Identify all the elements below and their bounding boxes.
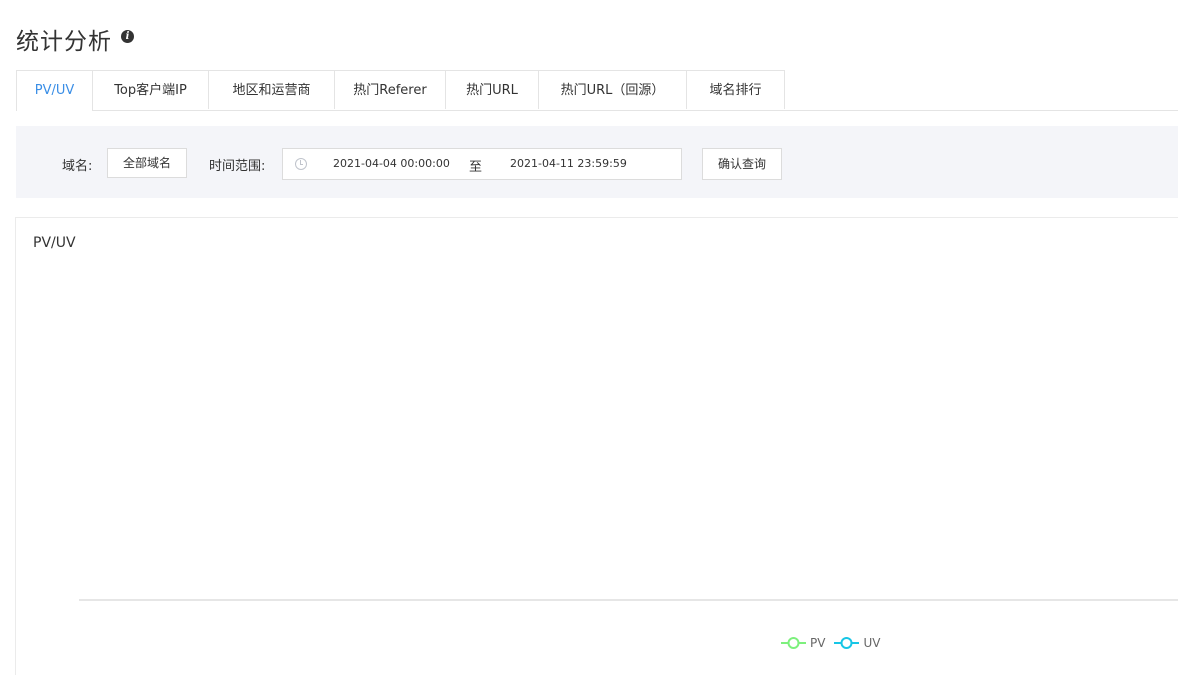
tab-domain-ranking[interactable]: 域名排行 — [687, 70, 785, 109]
tab-bar: PV/UV Top客户端IP 地区和运营商 热门Referer 热门URL 热门… — [16, 70, 1178, 111]
end-time-input[interactable]: 2021-04-11 23:59:59 — [510, 157, 630, 170]
legend-label-pv: PV — [810, 636, 826, 650]
tab-pv-uv[interactable]: PV/UV — [16, 70, 93, 111]
date-range-picker[interactable]: 2021-04-04 00:00:00 至 2021-04-11 23:59:5… — [282, 148, 682, 180]
legend-label-uv: UV — [863, 636, 881, 650]
pv-legend-symbol — [781, 637, 806, 649]
legend-item-pv[interactable]: PV — [781, 636, 825, 650]
domain-label: 域名: — [62, 159, 93, 174]
pv-uv-chart — [79, 599, 1178, 601]
page-title: 统计分析 — [16, 29, 112, 55]
clock-icon — [295, 158, 307, 170]
chart-legend: PV UV — [781, 636, 889, 650]
confirm-query-button[interactable]: 确认查询 — [702, 148, 782, 180]
legend-item-uv[interactable]: UV — [834, 636, 880, 650]
uv-legend-symbol — [834, 637, 860, 649]
tab-top-client-ip[interactable]: Top客户端IP — [93, 70, 209, 109]
filter-bar: 域名: 全部域名 时间范围: 2021-04-04 00:00:00 至 202… — [16, 126, 1178, 198]
date-separator: 至 — [469, 160, 483, 175]
tab-region-isp[interactable]: 地区和运营商 — [209, 70, 335, 109]
start-time-input[interactable]: 2021-04-04 00:00:00 — [333, 157, 453, 170]
time-range-label: 时间范围: — [209, 159, 266, 174]
tab-hot-url-origin[interactable]: 热门URL（回源） — [539, 70, 687, 109]
info-icon[interactable]: i — [121, 29, 134, 43]
chart-panel: PV/UV PV UV — [15, 217, 1178, 675]
tab-hot-url[interactable]: 热门URL — [446, 70, 539, 109]
page-header: 统计分析 i — [16, 22, 134, 56]
tab-hot-referer[interactable]: 热门Referer — [335, 70, 446, 109]
domain-select-button[interactable]: 全部域名 — [107, 148, 187, 178]
